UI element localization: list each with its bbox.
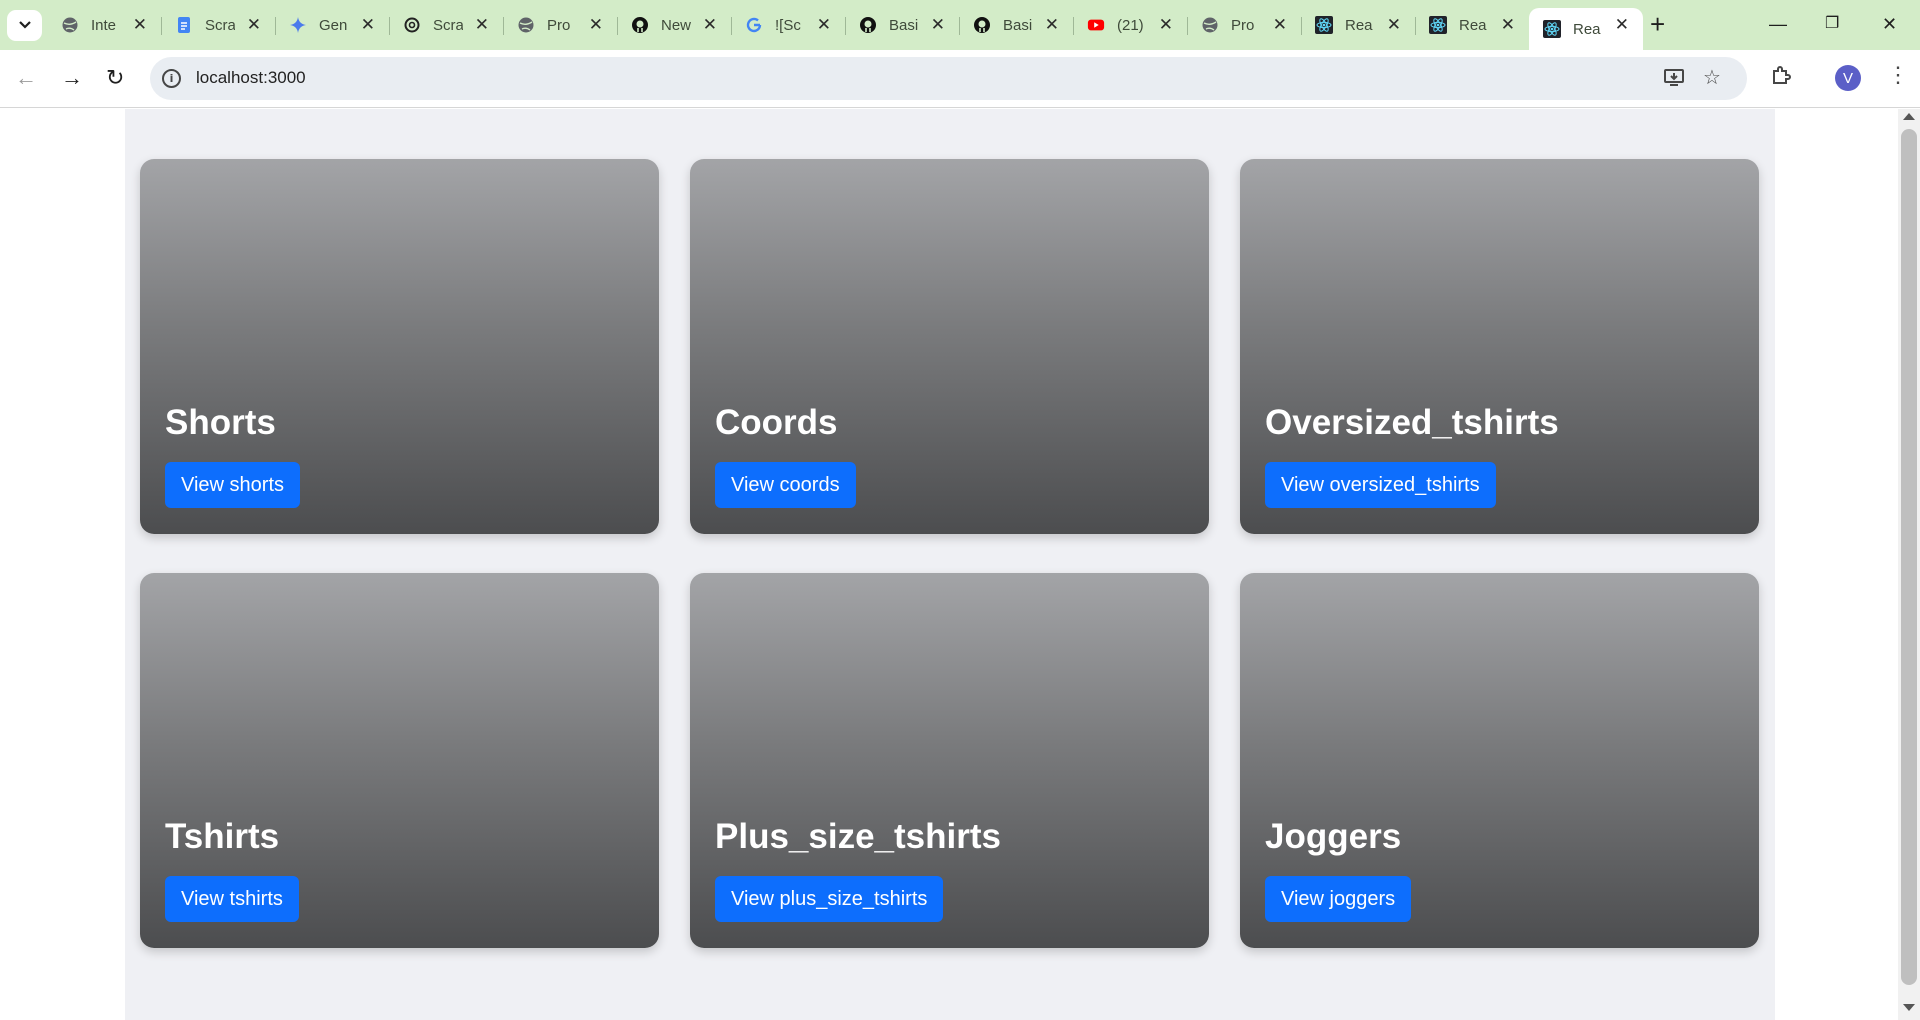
back-button[interactable]: ← [15,64,37,92]
tab-title: (21) [1117,16,1144,34]
scroll-thumb[interactable] [1901,129,1917,985]
category-title: Plus_size_tshirts [715,817,1001,856]
category-card: Coords View coords [690,159,1209,534]
close-tab-icon[interactable]: ✕ [703,16,717,34]
category-grid: Shorts View shorts Coords View coords Oversi… [140,159,1759,948]
browser-tab[interactable]: ![Sc ✕ [731,8,846,42]
site-info-icon[interactable]: i [162,69,181,88]
category-card: Plus_size_tshirts View plus_size_tshirts [690,573,1209,948]
browser-tab[interactable]: Basi ✕ [845,8,960,42]
globe-icon [61,16,79,34]
address-bar[interactable]: i localhost:3000 ☆ [150,57,1747,100]
google-icon [745,16,763,34]
view-category-button[interactable]: View tshirts [165,876,299,922]
tab-title: Inte [91,16,117,34]
category-card: Oversized_tshirts View oversized_tshirts [1240,159,1759,534]
reload-button[interactable]: ↻ [106,64,124,92]
category-title: Shorts [165,403,276,442]
close-tab-icon[interactable]: ✕ [133,16,147,34]
browser-tab[interactable]: Gen ✕ [275,8,390,42]
close-tab-icon[interactable]: ✕ [361,16,375,34]
view-category-button[interactable]: View shorts [165,462,301,508]
close-window-button[interactable]: ✕ [1882,10,1897,38]
close-tab-icon[interactable]: ✕ [817,16,831,34]
globe-icon [517,16,535,34]
page-scrollbar[interactable] [1898,109,1920,1020]
view-category-button[interactable]: View coords [715,462,856,508]
address-url[interactable]: localhost:3000 [196,68,306,88]
close-tab-icon[interactable]: ✕ [1273,16,1287,34]
install-app-icon[interactable] [1663,67,1685,92]
close-tab-icon[interactable]: ✕ [1159,16,1173,34]
docs-icon [175,16,193,34]
category-card: Tshirts View tshirts [140,573,659,948]
view-category-button[interactable]: View oversized_tshirts [1265,462,1496,508]
react-icon [1315,16,1333,34]
react-icon [1429,16,1447,34]
tab-title: Scra [433,16,463,34]
extensions-icon[interactable] [1770,64,1792,92]
openai-icon [403,16,421,34]
close-tab-icon[interactable]: ✕ [1615,16,1629,34]
tab-title: Basi [1003,16,1033,34]
browser-tab[interactable]: (21) ✕ [1073,8,1188,42]
tab-title: Basi [889,16,919,34]
tab-title: New [661,16,691,34]
tab-search-button[interactable] [7,10,42,41]
view-category-button[interactable]: View joggers [1265,876,1412,922]
tab-title: Rea [1345,16,1373,34]
tab-title: ![Sc [775,16,801,34]
github-icon [859,16,877,34]
github-icon [631,16,649,34]
tab-title: Scra [205,16,235,34]
close-tab-icon[interactable]: ✕ [589,16,603,34]
react-icon [1543,20,1561,38]
close-tab-icon[interactable]: ✕ [247,16,261,34]
forward-button[interactable]: → [61,64,83,92]
close-tab-icon[interactable]: ✕ [931,16,945,34]
tab-strip: Inte ✕ Scra ✕ Gen ✕ Scra ✕ Pro ✕ New ✕ ![Sc ✕ Basi ✕ Bas… [0,0,1920,50]
more-menu-icon[interactable]: ⋮ [1887,60,1909,90]
minimize-button[interactable]: — [1769,10,1787,38]
youtube-icon [1087,16,1105,34]
profile-avatar[interactable]: V [1835,65,1861,91]
browser-tab[interactable]: Basi ✕ [959,8,1074,42]
tab-title: Gen [319,16,348,34]
category-card: Shorts View shorts [140,159,659,534]
close-tab-icon[interactable]: ✕ [475,16,489,34]
chevron-down-icon [18,17,32,35]
new-tab-button[interactable]: + [1650,10,1665,38]
tab-title: Pro [1231,16,1255,34]
scroll-down-arrow-icon[interactable] [1903,1004,1915,1011]
close-tab-icon[interactable]: ✕ [1501,16,1515,34]
view-category-button[interactable]: View plus_size_tshirts [715,876,944,922]
browser-tab[interactable]: Scra ✕ [161,8,276,42]
browser-tab[interactable]: Pro ✕ [1187,8,1302,42]
close-tab-icon[interactable]: ✕ [1045,16,1059,34]
category-title: Tshirts [165,817,280,856]
category-title: Oversized_tshirts [1265,403,1559,442]
category-card: Joggers View joggers [1240,573,1759,948]
restore-button[interactable]: ❐ [1825,10,1839,38]
github-icon [973,16,991,34]
browser-tab[interactable]: Pro ✕ [503,8,618,42]
browser-tab[interactable]: New ✕ [617,8,732,42]
browser-tab[interactable]: Inte ✕ [47,8,162,42]
gemini-icon [289,16,307,34]
page-content: Shorts View shorts Coords View coords Oversi… [125,109,1775,1020]
browser-toolbar: ← → ↻ i localhost:3000 ☆ [0,50,1920,108]
browser-tab[interactable]: Rea ✕ [1415,8,1529,42]
browser-tab[interactable]: Rea ✕ [1301,8,1416,42]
category-title: Coords [715,403,838,442]
globe-icon [1201,16,1219,34]
scroll-up-arrow-icon[interactable] [1903,113,1915,120]
category-title: Joggers [1265,817,1402,856]
close-tab-icon[interactable]: ✕ [1387,16,1401,34]
tab-title: Pro [547,16,571,34]
tab-title: Rea [1459,16,1487,34]
tab-title: Rea [1573,20,1601,38]
bookmark-star-icon[interactable]: ☆ [1703,67,1721,89]
browser-tab[interactable]: Rea ✕ [1529,8,1643,50]
browser-tab[interactable]: Scra ✕ [389,8,504,42]
